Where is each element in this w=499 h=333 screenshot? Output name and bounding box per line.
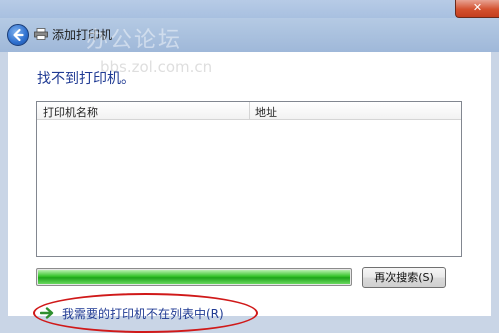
printer-icon bbox=[34, 28, 48, 40]
watermark: 办公论坛 bbox=[86, 28, 183, 53]
page-heading: 找不到打印机。 bbox=[37, 71, 135, 87]
window-close-button[interactable]: ✕ bbox=[455, 0, 499, 18]
column-header-printer-name[interactable]: 打印机名称 bbox=[43, 104, 98, 120]
back-arrow-icon bbox=[13, 28, 24, 42]
printer-not-listed-label[interactable]: 我需要的打印机不在列表中(R) bbox=[62, 305, 224, 322]
title-strip bbox=[0, 0, 499, 18]
column-divider[interactable] bbox=[249, 102, 250, 119]
search-again-button[interactable]: 再次搜索(S) bbox=[362, 267, 446, 288]
column-header-address[interactable]: 地址 bbox=[255, 104, 277, 120]
list-header: 打印机名称 地址 bbox=[37, 102, 461, 120]
progress-fill bbox=[38, 270, 350, 284]
green-arrow-icon bbox=[40, 307, 54, 319]
back-button[interactable] bbox=[7, 24, 29, 46]
search-progress-bar bbox=[36, 268, 352, 286]
printer-list[interactable]: 打印机名称 地址 bbox=[36, 101, 462, 257]
